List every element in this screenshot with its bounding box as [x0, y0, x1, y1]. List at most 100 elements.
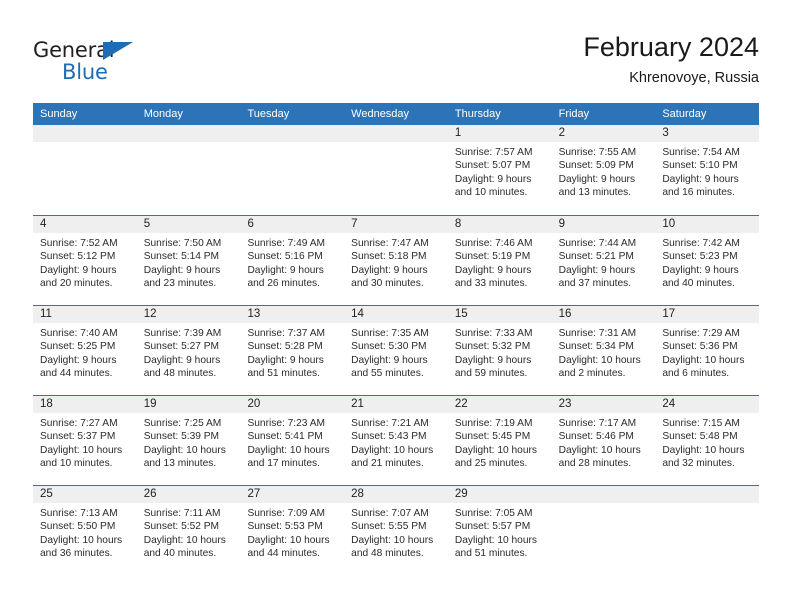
- sunset-text: Sunset: 5:57 PM: [454, 521, 531, 533]
- day-number: 18: [33, 396, 137, 413]
- sunrise-text: Sunrise: 7:57 AM: [454, 147, 533, 158]
- calendar-day-cell[interactable]: 20 Sunrise: 7:23 AM Sunset: 5:41 PM Dayligh…: [240, 396, 345, 485]
- day-sun-info: Sunrise: 7:33 AM Sunset: 5:32 PM Daylight:…: [448, 323, 552, 381]
- day-sun-info: Sunrise: 7:19 AM Sunset: 5:45 PM Daylight:…: [448, 413, 552, 471]
- day-sun-info: Sunrise: 7:55 AM Sunset: 5:09 PM Daylight:…: [552, 142, 656, 200]
- day-number: 6: [240, 216, 345, 233]
- sunset-text: Sunset: 5:32 PM: [454, 341, 531, 353]
- calendar-day-cell[interactable]: 12 Sunrise: 7:39 AM Sunset: 5:27 PM Dayligh…: [136, 306, 241, 395]
- calendar-day-cell[interactable]: 24 Sunrise: 7:15 AM Sunset: 5:48 PM Dayligh…: [655, 396, 760, 485]
- calendar-week-row: 4 Sunrise: 7:52 AM Sunset: 5:12 PM Daylight…: [33, 215, 760, 305]
- day-number: [655, 486, 760, 503]
- day-sun-info: Sunrise: 7:46 AM Sunset: 5:19 PM Daylight:…: [448, 233, 552, 291]
- sunset-text: Sunset: 5:55 PM: [351, 521, 427, 533]
- daylight-text: Daylight: 9 hours and 48 minutes.: [143, 354, 221, 380]
- day-sun-info: Sunrise: 7:52 AM Sunset: 5:12 PM Daylight:…: [33, 233, 137, 291]
- day-sun-info: Sunrise: 7:31 AM Sunset: 5:34 PM Daylight:…: [552, 323, 656, 381]
- day-number: [33, 125, 137, 142]
- sunset-text: Sunset: 5:27 PM: [143, 341, 220, 353]
- calendar-day-cell-empty: [655, 486, 760, 575]
- calendar-week-row: 18 Sunrise: 7:27 AM Sunset: 5:37 PM Dayligh…: [33, 395, 760, 485]
- day-number: 21: [344, 396, 448, 413]
- calendar-day-cell[interactable]: 9 Sunrise: 7:44 AM Sunset: 5:21 PM Daylight…: [551, 216, 656, 305]
- calendar-day-cell[interactable]: 6 Sunrise: 7:49 AM Sunset: 5:16 PM Daylight…: [240, 216, 345, 305]
- day-number: 8: [447, 216, 552, 233]
- sunrise-text: Sunrise: 7:35 AM: [351, 328, 429, 339]
- calendar-day-cell[interactable]: 15 Sunrise: 7:33 AM Sunset: 5:32 PM Dayligh…: [447, 306, 552, 395]
- calendar-day-cell[interactable]: 19 Sunrise: 7:25 AM Sunset: 5:39 PM Dayligh…: [136, 396, 241, 485]
- sunset-text: Sunset: 5:52 PM: [143, 521, 220, 533]
- sunrise-text: Sunrise: 7:33 AM: [454, 328, 533, 339]
- sunrise-text: Sunrise: 7:44 AM: [558, 238, 637, 249]
- calendar-day-cell[interactable]: 28 Sunrise: 7:07 AM Sunset: 5:55 PM Dayligh…: [344, 486, 448, 575]
- dow-sunday: Sunday: [40, 108, 78, 120]
- calendar-day-cell[interactable]: 14 Sunrise: 7:35 AM Sunset: 5:30 PM Dayligh…: [344, 306, 448, 395]
- calendar-grid: Sunday Monday Tuesday Wednesday Thursday…: [33, 103, 760, 575]
- sunrise-text: Sunrise: 7:29 AM: [662, 328, 740, 339]
- sunrise-text: Sunrise: 7:50 AM: [143, 238, 222, 249]
- calendar-day-cell[interactable]: 27 Sunrise: 7:09 AM Sunset: 5:53 PM Dayligh…: [240, 486, 345, 575]
- calendar-day-cell[interactable]: 2 Sunrise: 7:55 AM Sunset: 5:09 PM Daylight…: [551, 125, 656, 215]
- sunrise-text: Sunrise: 7:52 AM: [40, 238, 118, 249]
- calendar-day-cell[interactable]: 13 Sunrise: 7:37 AM Sunset: 5:28 PM Dayligh…: [240, 306, 345, 395]
- sunset-text: Sunset: 5:36 PM: [662, 341, 738, 353]
- calendar-day-cell[interactable]: 17 Sunrise: 7:29 AM Sunset: 5:36 PM Dayligh…: [655, 306, 760, 395]
- calendar-day-cell[interactable]: 18 Sunrise: 7:27 AM Sunset: 5:37 PM Dayligh…: [33, 396, 137, 485]
- daylight-text: Daylight: 10 hours and 40 minutes.: [143, 534, 226, 560]
- day-number: 9: [551, 216, 656, 233]
- sunset-text: Sunset: 5:19 PM: [454, 251, 531, 263]
- daylight-text: Daylight: 9 hours and 30 minutes.: [351, 264, 428, 290]
- calendar-day-cell[interactable]: 7 Sunrise: 7:47 AM Sunset: 5:18 PM Daylight…: [344, 216, 448, 305]
- day-sun-info: Sunrise: 7:27 AM Sunset: 5:37 PM Daylight:…: [33, 413, 137, 471]
- day-sun-info: Sunrise: 7:42 AM Sunset: 5:23 PM Daylight:…: [655, 233, 759, 291]
- day-number: 11: [33, 306, 137, 323]
- sunrise-text: Sunrise: 7:37 AM: [247, 328, 326, 339]
- daylight-text: Daylight: 9 hours and 16 minutes.: [662, 173, 739, 199]
- day-number: 28: [344, 486, 448, 503]
- daylight-text: Daylight: 9 hours and 26 minutes.: [247, 264, 324, 290]
- calendar-day-cell[interactable]: 21 Sunrise: 7:21 AM Sunset: 5:43 PM Dayligh…: [344, 396, 448, 485]
- calendar-day-cell[interactable]: 29 Sunrise: 7:05 AM Sunset: 5:57 PM Dayligh…: [447, 486, 552, 575]
- sunset-text: Sunset: 5:50 PM: [40, 521, 116, 533]
- sunset-text: Sunset: 5:28 PM: [247, 341, 323, 353]
- day-number: 27: [240, 486, 345, 503]
- calendar-day-cell[interactable]: 3 Sunrise: 7:54 AM Sunset: 5:10 PM Daylight…: [655, 125, 760, 215]
- general-blue-logo[interactable]: General Blue: [33, 38, 163, 90]
- sunrise-text: Sunrise: 7:39 AM: [143, 328, 222, 339]
- sunrise-text: Sunrise: 7:46 AM: [454, 238, 533, 249]
- calendar-day-cell[interactable]: 25 Sunrise: 7:13 AM Sunset: 5:50 PM Dayligh…: [33, 486, 137, 575]
- calendar-day-cell[interactable]: 10 Sunrise: 7:42 AM Sunset: 5:23 PM Dayligh…: [655, 216, 760, 305]
- calendar-day-cell[interactable]: 1 Sunrise: 7:57 AM Sunset: 5:07 PM Daylight…: [447, 125, 552, 215]
- sunset-text: Sunset: 5:10 PM: [662, 160, 738, 172]
- sunset-text: Sunset: 5:45 PM: [454, 431, 531, 443]
- calendar-day-cell[interactable]: 16 Sunrise: 7:31 AM Sunset: 5:34 PM Dayligh…: [551, 306, 656, 395]
- dow-wednesday: Wednesday: [351, 108, 410, 120]
- daylight-text: Daylight: 10 hours and 32 minutes.: [662, 444, 745, 470]
- day-number: 5: [136, 216, 241, 233]
- sunset-text: Sunset: 5:09 PM: [558, 160, 634, 172]
- calendar-day-cell-empty: [240, 125, 345, 215]
- sunset-text: Sunset: 5:07 PM: [454, 160, 531, 172]
- daylight-text: Daylight: 10 hours and 21 minutes.: [351, 444, 434, 470]
- day-sun-info: Sunrise: 7:29 AM Sunset: 5:36 PM Daylight:…: [655, 323, 759, 381]
- sunset-text: Sunset: 5:34 PM: [558, 341, 634, 353]
- day-number: 19: [136, 396, 241, 413]
- calendar-day-cell[interactable]: 23 Sunrise: 7:17 AM Sunset: 5:46 PM Dayligh…: [551, 396, 656, 485]
- calendar-day-cell[interactable]: 11 Sunrise: 7:40 AM Sunset: 5:25 PM Dayligh…: [33, 306, 137, 395]
- calendar-day-cell-empty: [344, 125, 448, 215]
- day-sun-info: Sunrise: 7:39 AM Sunset: 5:27 PM Daylight:…: [137, 323, 241, 381]
- sunset-text: Sunset: 5:48 PM: [662, 431, 738, 443]
- calendar-day-cell[interactable]: 22 Sunrise: 7:19 AM Sunset: 5:45 PM Dayligh…: [447, 396, 552, 485]
- calendar-day-cell[interactable]: 4 Sunrise: 7:52 AM Sunset: 5:12 PM Daylight…: [33, 216, 137, 305]
- calendar-day-cell[interactable]: 5 Sunrise: 7:50 AM Sunset: 5:14 PM Daylight…: [136, 216, 241, 305]
- sunset-text: Sunset: 5:16 PM: [247, 251, 323, 263]
- sunrise-text: Sunrise: 7:27 AM: [40, 418, 118, 429]
- calendar-day-cell[interactable]: 8 Sunrise: 7:46 AM Sunset: 5:19 PM Daylight…: [447, 216, 552, 305]
- sunset-text: Sunset: 5:53 PM: [247, 521, 323, 533]
- day-number: 22: [447, 396, 552, 413]
- day-number: [136, 125, 241, 142]
- day-sun-info: Sunrise: 7:37 AM Sunset: 5:28 PM Daylight:…: [240, 323, 344, 381]
- calendar-day-cell[interactable]: 26 Sunrise: 7:11 AM Sunset: 5:52 PM Dayligh…: [136, 486, 241, 575]
- day-sun-info: Sunrise: 7:40 AM Sunset: 5:25 PM Daylight:…: [33, 323, 137, 381]
- daylight-text: Daylight: 9 hours and 33 minutes.: [454, 264, 532, 290]
